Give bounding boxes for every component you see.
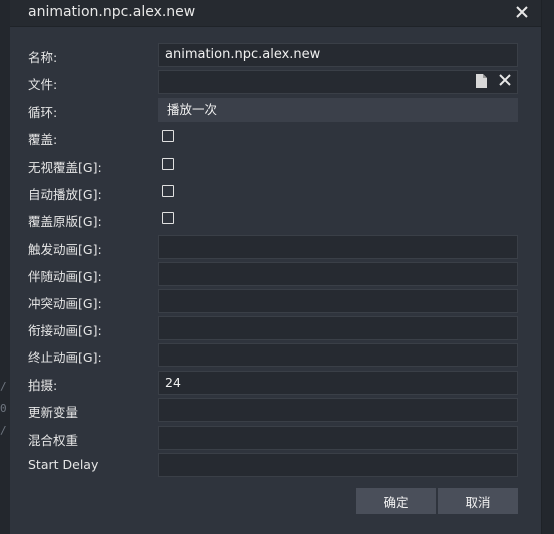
stop-anim-label: 终止动画[G]: bbox=[28, 350, 102, 365]
dialog-titlebar: animation.npc.alex.new bbox=[10, 0, 541, 27]
row-name: 名称: animation.npc.alex.new bbox=[10, 42, 542, 68]
row-override-original: 覆盖原版[G]: bbox=[10, 206, 542, 232]
row-connect-anim: 衔接动画[G]: bbox=[10, 315, 542, 341]
trigger-anim-label: 触发动画[G]: bbox=[28, 242, 102, 257]
override-label: 覆盖: bbox=[28, 132, 58, 147]
update-vars-input[interactable] bbox=[158, 398, 518, 422]
gutter-glyph: / bbox=[0, 380, 7, 393]
start-delay-label: Start Delay bbox=[28, 457, 99, 472]
follow-anim-label: 伴随动画[G]: bbox=[28, 269, 102, 284]
autoplay-checkbox[interactable] bbox=[162, 185, 174, 197]
cancel-button[interactable]: 取消 bbox=[438, 488, 518, 514]
loop-select[interactable]: 播放一次 bbox=[158, 98, 518, 122]
row-follow-anim: 伴随动画[G]: bbox=[10, 261, 542, 287]
stop-anim-input[interactable] bbox=[158, 343, 518, 367]
background-editor-gutter: / 0 / bbox=[0, 0, 10, 534]
conflict-anim-label: 冲突动画[G]: bbox=[28, 296, 102, 311]
file-label: 文件: bbox=[28, 77, 58, 92]
row-override: 覆盖: bbox=[10, 124, 542, 150]
dialog-title: animation.npc.alex.new bbox=[28, 4, 196, 20]
connect-anim-label: 衔接动画[G]: bbox=[28, 323, 102, 338]
override-original-label: 覆盖原版[G]: bbox=[28, 214, 102, 229]
update-vars-label: 更新变量 bbox=[28, 405, 79, 420]
close-icon[interactable] bbox=[513, 3, 531, 21]
ok-button[interactable]: 确定 bbox=[356, 488, 436, 514]
name-input[interactable]: animation.npc.alex.new bbox=[158, 43, 518, 67]
conflict-anim-input[interactable] bbox=[158, 289, 518, 313]
row-update-vars: 更新变量 bbox=[10, 397, 542, 423]
follow-anim-input[interactable] bbox=[158, 262, 518, 286]
row-file: 文件: bbox=[10, 69, 542, 95]
autoplay-label: 自动播放[G]: bbox=[28, 187, 102, 202]
file-input[interactable] bbox=[158, 70, 518, 94]
row-beat: 拍摄: 24 bbox=[10, 370, 542, 396]
loop-label: 循环: bbox=[28, 105, 58, 120]
start-delay-input[interactable] bbox=[158, 453, 518, 477]
row-conflict-anim: 冲突动画[G]: bbox=[10, 288, 542, 314]
row-start-delay: Start Delay bbox=[10, 452, 542, 478]
file-icon[interactable] bbox=[475, 74, 487, 88]
clear-icon[interactable] bbox=[499, 74, 511, 86]
ignore-override-checkbox[interactable] bbox=[162, 158, 174, 170]
beat-label: 拍摄: bbox=[28, 378, 58, 393]
blend-weight-input[interactable] bbox=[158, 426, 518, 450]
blend-weight-label: 混合权重 bbox=[28, 433, 79, 448]
override-checkbox[interactable] bbox=[162, 130, 174, 142]
row-blend-weight: 混合权重 bbox=[10, 425, 542, 451]
connect-anim-input[interactable] bbox=[158, 316, 518, 340]
row-autoplay: 自动播放[G]: bbox=[10, 179, 542, 205]
name-label: 名称: bbox=[28, 50, 58, 65]
override-original-checkbox[interactable] bbox=[162, 212, 174, 224]
background-editor-edge bbox=[542, 0, 554, 534]
row-ignore-override: 无视覆盖[G]: bbox=[10, 152, 542, 178]
row-trigger-anim: 触发动画[G]: bbox=[10, 234, 542, 260]
gutter-glyph: 0 bbox=[0, 402, 7, 415]
row-loop: 循环: 播放一次 bbox=[10, 97, 542, 123]
row-stop-anim: 终止动画[G]: bbox=[10, 342, 542, 368]
trigger-anim-input[interactable] bbox=[158, 235, 518, 259]
gutter-glyph: / bbox=[0, 424, 7, 437]
beat-input[interactable]: 24 bbox=[158, 371, 518, 395]
animation-dialog: animation.npc.alex.new 名称: animation.npc… bbox=[10, 0, 542, 534]
ignore-override-label: 无视覆盖[G]: bbox=[28, 160, 102, 175]
file-icons bbox=[475, 74, 511, 88]
